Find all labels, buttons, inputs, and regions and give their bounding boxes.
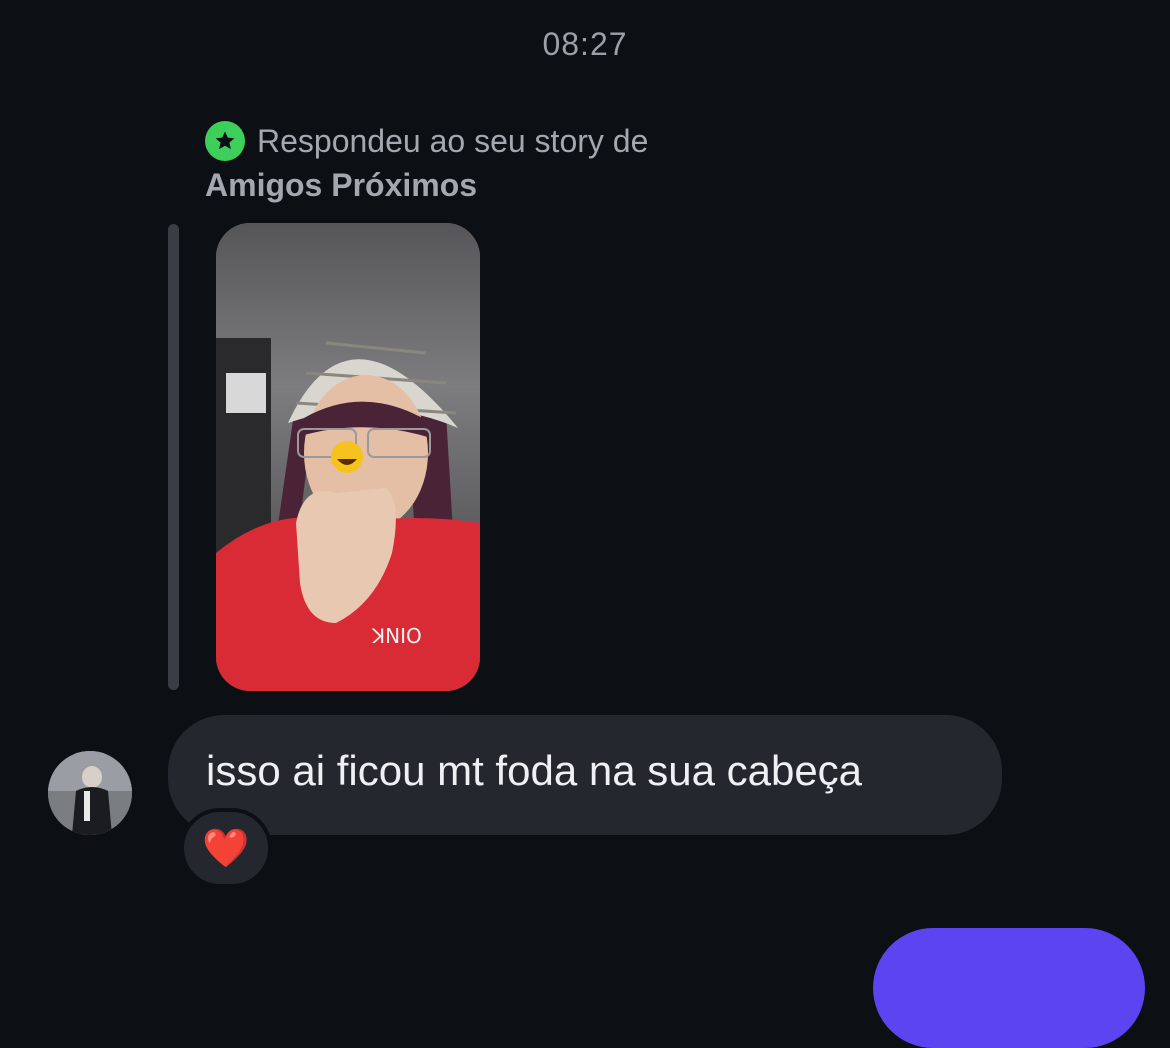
story-reply-label: Respondeu ao seu story de xyxy=(257,122,649,159)
svg-text:ꓘNIO: ꓘNIO xyxy=(371,624,422,648)
outgoing-message-bubble[interactable] xyxy=(873,928,1145,1048)
reply-quote-bar xyxy=(168,224,179,690)
heart-icon: ❤️ xyxy=(202,825,250,870)
avatar[interactable] xyxy=(48,751,132,835)
story-reply-label-row: Respondeu ao seu story de xyxy=(205,120,905,162)
message-text: isso ai ficou mt foda na sua cabeça xyxy=(206,747,863,794)
star-icon xyxy=(205,121,245,161)
incoming-message-bubble[interactable]: isso ai ficou mt foda na sua cabeça xyxy=(168,715,1002,835)
story-thumbnail[interactable]: ꓘNIO xyxy=(216,223,480,691)
heart-reaction[interactable]: ❤️ xyxy=(180,808,272,888)
story-reply-header: Respondeu ao seu story de Amigos Próximo… xyxy=(205,120,905,206)
story-audience-label: Amigos Próximos xyxy=(205,167,478,203)
message-timestamp: 08:27 xyxy=(542,26,628,62)
